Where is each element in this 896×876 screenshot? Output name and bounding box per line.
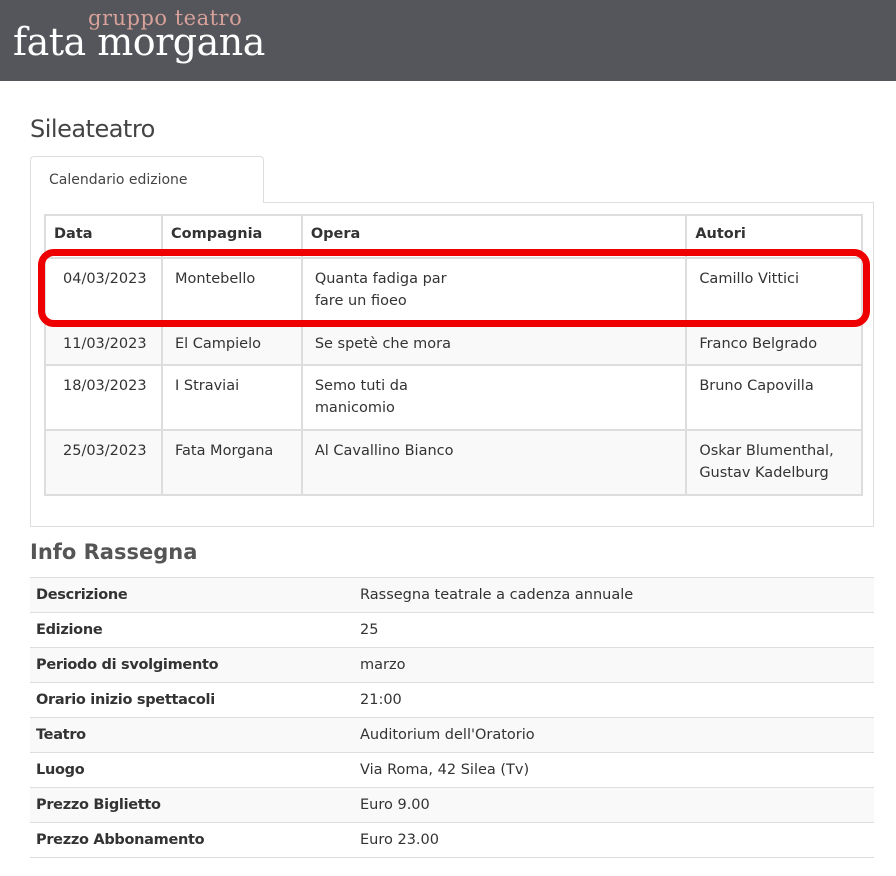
cell-compagnia: El Campielo bbox=[160, 322, 303, 366]
opera-line: Se spetè che mora bbox=[314, 336, 451, 352]
cell-autori: Bruno Capovilla bbox=[685, 364, 863, 431]
site-header: gruppo teatro fata morgana bbox=[0, 0, 896, 81]
autori-line: Camillo Vittici bbox=[699, 271, 800, 287]
info-value: 21:00 bbox=[354, 682, 874, 718]
page-title: Sileateatro bbox=[30, 115, 155, 143]
info-label: Teatro bbox=[30, 717, 354, 753]
opera-line: Al Cavallino Bianco bbox=[314, 443, 454, 459]
info-value: Via Roma, 42 Silea (Tv) bbox=[354, 752, 874, 788]
column-header-opera[interactable]: Opera bbox=[300, 214, 688, 259]
table-row: 25/03/2023 Fata Morgana Al Cavallino Bia… bbox=[44, 429, 863, 496]
info-row: Orario inizio spettacoli 21:00 bbox=[30, 682, 874, 718]
table-row: 18/03/2023 I Straviai Semo tuti da manico… bbox=[44, 364, 863, 431]
logo-title: fata morgana bbox=[13, 20, 265, 64]
info-row: Luogo Via Roma, 42 Silea (Tv) bbox=[30, 752, 874, 788]
calendar-table: Data Compagnia Opera Autori 04/03/2023 M… bbox=[44, 214, 863, 496]
cell-date: 18/03/2023 bbox=[44, 364, 163, 431]
info-label: Prezzo Abbonamento bbox=[30, 822, 354, 858]
cell-compagnia: Montebello bbox=[160, 257, 303, 324]
cell-opera: Semo tuti da manicomio bbox=[300, 364, 688, 431]
table-row: 11/03/2023 El Campielo Se spetè che mora… bbox=[44, 322, 863, 366]
info-row: Periodo di svolgimento marzo bbox=[30, 647, 874, 683]
info-value: 25 bbox=[354, 612, 874, 648]
cell-opera: Quanta fadiga par fare un fioeo bbox=[300, 257, 688, 324]
cell-autori: Oskar Blumenthal, Gustav Kadelburg bbox=[685, 429, 863, 496]
autori-line: Gustav Kadelburg bbox=[699, 465, 829, 481]
cell-date: 04/03/2023 bbox=[44, 257, 163, 324]
cell-compagnia: Fata Morgana bbox=[160, 429, 303, 496]
autori-line: Franco Belgrado bbox=[699, 336, 818, 352]
cell-compagnia: I Straviai bbox=[160, 364, 303, 431]
info-value: Euro 9.00 bbox=[354, 787, 874, 823]
info-table: Descrizione Rassegna teatrale a cadenza a… bbox=[30, 577, 874, 858]
tab-label: Calendario edizione bbox=[49, 172, 188, 188]
calendar-header-row: Data Compagnia Opera Autori bbox=[44, 214, 863, 259]
column-header-autori[interactable]: Autori bbox=[685, 214, 863, 259]
info-label: Prezzo Biglietto bbox=[30, 787, 354, 823]
cell-date: 11/03/2023 bbox=[44, 322, 163, 366]
section-title-info: Info Rassegna bbox=[30, 540, 198, 564]
info-label: Edizione bbox=[30, 612, 354, 648]
autori-line: Oskar Blumenthal, bbox=[699, 443, 834, 459]
info-row: Prezzo Biglietto Euro 9.00 bbox=[30, 787, 874, 823]
cell-autori: Camillo Vittici bbox=[685, 257, 863, 324]
info-value: Rassegna teatrale a cadenza annuale bbox=[354, 577, 874, 613]
info-label: Descrizione bbox=[30, 577, 354, 613]
cell-opera: Se spetè che mora bbox=[300, 322, 688, 366]
info-value: Euro 23.00 bbox=[354, 822, 874, 858]
info-value: marzo bbox=[354, 647, 874, 683]
cell-autori: Franco Belgrado bbox=[685, 322, 863, 366]
column-header-compagnia[interactable]: Compagnia bbox=[160, 214, 303, 259]
cell-opera: Al Cavallino Bianco bbox=[300, 429, 688, 496]
opera-line: Semo tuti da bbox=[314, 378, 408, 394]
column-header-data[interactable]: Data bbox=[44, 214, 163, 259]
cell-date: 25/03/2023 bbox=[44, 429, 163, 496]
table-row: 04/03/2023 Montebello Quanta fadiga par f… bbox=[44, 257, 863, 324]
info-row: Descrizione Rassegna teatrale a cadenza a… bbox=[30, 577, 874, 613]
info-row: Teatro Auditorium dell'Oratorio bbox=[30, 717, 874, 753]
opera-line: Quanta fadiga par bbox=[314, 271, 447, 287]
info-label: Orario inizio spettacoli bbox=[30, 682, 354, 718]
info-row: Edizione 25 bbox=[30, 612, 874, 648]
opera-line: manicomio bbox=[314, 400, 395, 416]
site-logo[interactable]: gruppo teatro fata morgana bbox=[0, 0, 320, 81]
info-row: Prezzo Abbonamento Euro 23.00 bbox=[30, 822, 874, 858]
tab-calendario-edizione[interactable]: Calendario edizione bbox=[30, 156, 264, 203]
autori-line: Bruno Capovilla bbox=[699, 378, 814, 394]
info-label: Periodo di svolgimento bbox=[30, 647, 354, 683]
info-label: Luogo bbox=[30, 752, 354, 788]
info-value: Auditorium dell'Oratorio bbox=[354, 717, 874, 753]
opera-line: fare un fioeo bbox=[314, 293, 407, 309]
